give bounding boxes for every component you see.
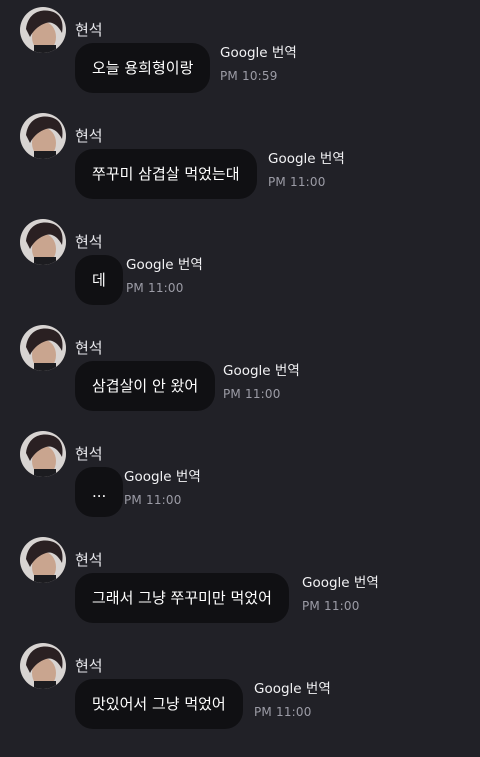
google-translate-button[interactable]: Google 번역 [126, 255, 203, 275]
message-meta: Google 번역 PM 11:00 [223, 361, 300, 402]
message-row: 현석 ... Google 번역 PM 11:00 [0, 431, 480, 531]
message-timestamp: PM 11:00 [223, 387, 281, 401]
message-meta: Google 번역 PM 11:00 [124, 467, 201, 508]
message-meta: Google 번역 PM 11:00 [254, 679, 331, 720]
avatar[interactable] [20, 113, 66, 159]
message-text: 그래서 그냥 쭈꾸미만 먹었어 [92, 589, 272, 607]
message-text: 맛있어서 그냥 먹었어 [92, 695, 226, 713]
chat-log: 현석 오늘 용희형이랑 Google 번역 PM 10:59 현석 쭈꾸미 삼겹… [0, 0, 480, 757]
message-text: ... [92, 483, 107, 501]
message-bubble[interactable]: 오늘 용희형이랑 [75, 43, 211, 93]
message-timestamp: PM 11:00 [126, 281, 184, 295]
message-row: 현석 오늘 용희형이랑 Google 번역 PM 10:59 [0, 7, 480, 107]
message-bubble[interactable]: 데 [75, 255, 123, 305]
google-translate-button[interactable]: Google 번역 [124, 467, 201, 487]
sender-name: 현석 [75, 233, 103, 251]
message-timestamp: PM 11:00 [254, 705, 312, 719]
sender-name: 현석 [75, 657, 103, 675]
sender-name: 현석 [75, 339, 103, 357]
sender-name: 현석 [75, 21, 103, 39]
message-row: 현석 맛있어서 그냥 먹었어 Google 번역 PM 11:00 [0, 643, 480, 743]
google-translate-button[interactable]: Google 번역 [302, 573, 379, 593]
message-bubble[interactable]: 쭈꾸미 삼겹살 먹었는대 [75, 149, 257, 199]
avatar[interactable] [20, 219, 66, 265]
avatar[interactable] [20, 431, 66, 477]
message-bubble[interactable]: ... [75, 467, 124, 517]
message-row: 현석 쭈꾸미 삼겹살 먹었는대 Google 번역 PM 11:00 [0, 113, 480, 213]
sender-name: 현석 [75, 445, 103, 463]
message-row: 현석 삼겹살이 안 왔어 Google 번역 PM 11:00 [0, 325, 480, 425]
message-text: 오늘 용희형이랑 [92, 59, 194, 77]
google-translate-button[interactable]: Google 번역 [268, 149, 345, 169]
message-timestamp: PM 11:00 [302, 599, 360, 613]
message-timestamp: PM 10:59 [220, 69, 278, 83]
avatar[interactable] [20, 7, 66, 53]
message-meta: Google 번역 PM 10:59 [220, 43, 297, 84]
message-meta: Google 번역 PM 11:00 [302, 573, 379, 614]
avatar[interactable] [20, 325, 66, 371]
message-row: 현석 데 Google 번역 PM 11:00 [0, 219, 480, 319]
avatar[interactable] [20, 537, 66, 583]
message-bubble[interactable]: 그래서 그냥 쭈꾸미만 먹었어 [75, 573, 289, 623]
google-translate-button[interactable]: Google 번역 [254, 679, 331, 699]
message-timestamp: PM 11:00 [124, 493, 182, 507]
message-row: 현석 그래서 그냥 쭈꾸미만 먹었어 Google 번역 PM 11:00 [0, 537, 480, 637]
sender-name: 현석 [75, 551, 103, 569]
message-timestamp: PM 11:00 [268, 175, 326, 189]
message-bubble[interactable]: 맛있어서 그냥 먹었어 [75, 679, 243, 729]
message-text: 쭈꾸미 삼겹살 먹었는대 [92, 165, 240, 183]
message-text: 데 [92, 271, 106, 289]
message-meta: Google 번역 PM 11:00 [268, 149, 345, 190]
sender-name: 현석 [75, 127, 103, 145]
message-text: 삼겹살이 안 왔어 [92, 377, 199, 395]
google-translate-button[interactable]: Google 번역 [223, 361, 300, 381]
google-translate-button[interactable]: Google 번역 [220, 43, 297, 63]
message-bubble[interactable]: 삼겹살이 안 왔어 [75, 361, 216, 411]
message-meta: Google 번역 PM 11:00 [126, 255, 203, 296]
avatar[interactable] [20, 643, 66, 689]
